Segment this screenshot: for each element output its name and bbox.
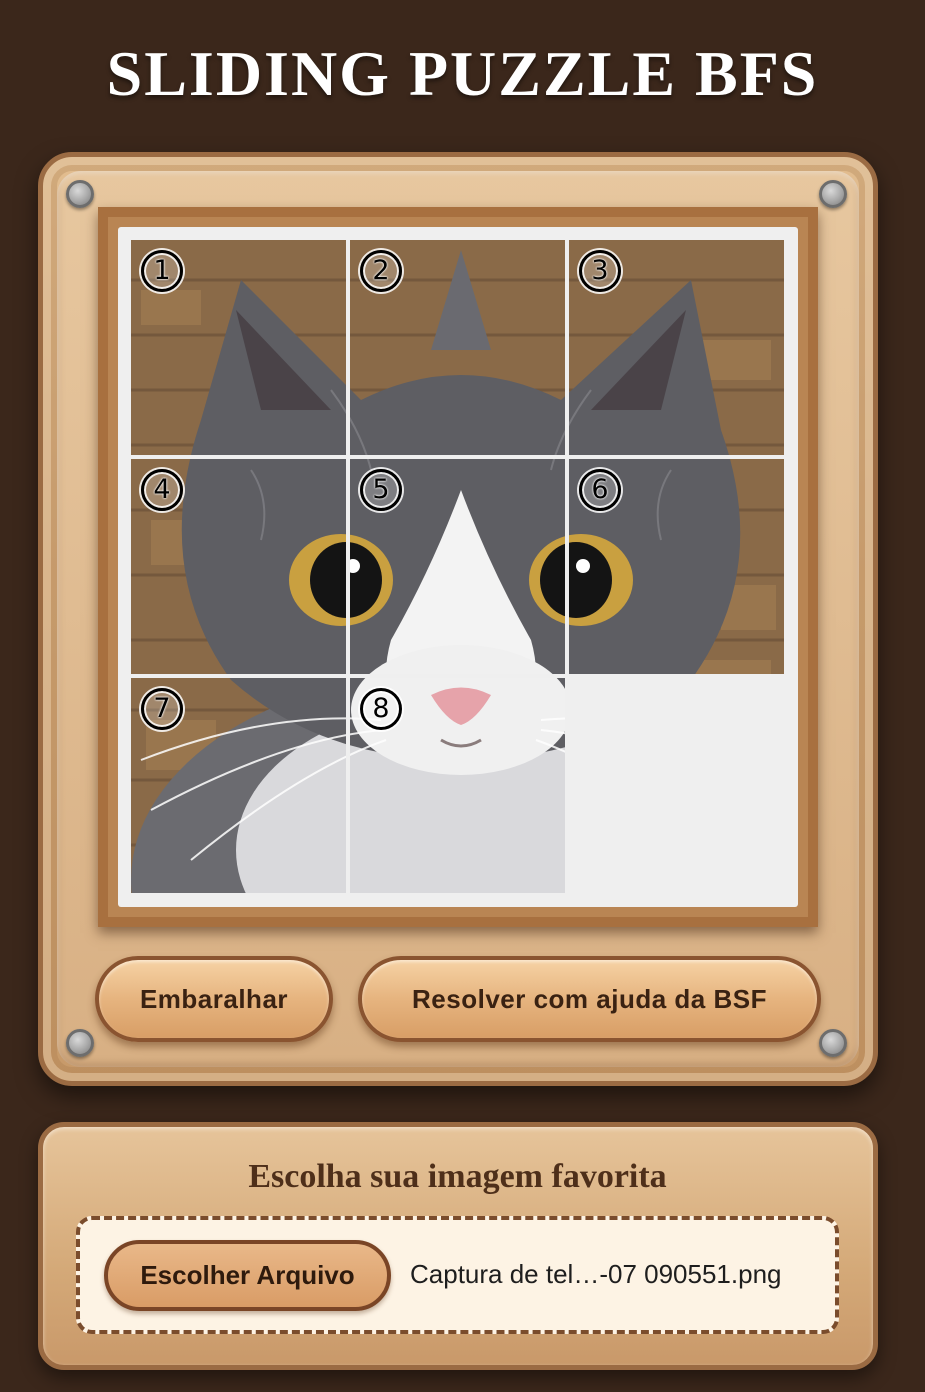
puzzle-tile[interactable]: 7: [131, 678, 346, 893]
puzzle-tile[interactable]: 8: [350, 678, 565, 893]
puzzle-tile[interactable]: 5: [350, 459, 565, 674]
puzzle-grid: 1 2 3 4 5 6 7 8: [118, 227, 798, 907]
page-title: SLIDING PUZZLE BFS: [106, 38, 819, 109]
screw-icon: [66, 1029, 94, 1057]
upload-title: Escolha sua imagem favorita: [248, 1158, 667, 1195]
screw-icon: [819, 1029, 847, 1057]
selected-file-name: Captura de tel…-07 090551.png: [410, 1259, 782, 1289]
screw-icon: [66, 180, 94, 208]
tile-number-badge: 3: [579, 250, 621, 292]
tile-number-badge: 1: [141, 250, 183, 292]
choose-file-button[interactable]: Escolher Arquivo: [104, 1240, 391, 1311]
tile-number-badge: 2: [360, 250, 402, 292]
tile-number-badge: 8: [360, 688, 402, 730]
puzzle-tile[interactable]: 3: [569, 240, 784, 455]
tile-number-badge: 6: [579, 469, 621, 511]
solve-bfs-button[interactable]: Resolver com ajuda da BSF: [358, 956, 821, 1042]
screw-icon: [819, 180, 847, 208]
tile-number-badge: 7: [141, 688, 183, 730]
puzzle-tile[interactable]: 6: [569, 459, 784, 674]
empty-slot: [569, 678, 784, 893]
tile-number-badge: 4: [141, 469, 183, 511]
tile-number-badge: 5: [360, 469, 402, 511]
puzzle-tile[interactable]: 1: [131, 240, 346, 455]
shuffle-button[interactable]: Embaralhar: [95, 956, 333, 1042]
puzzle-tile[interactable]: 4: [131, 459, 346, 674]
puzzle-tile[interactable]: 2: [350, 240, 565, 455]
